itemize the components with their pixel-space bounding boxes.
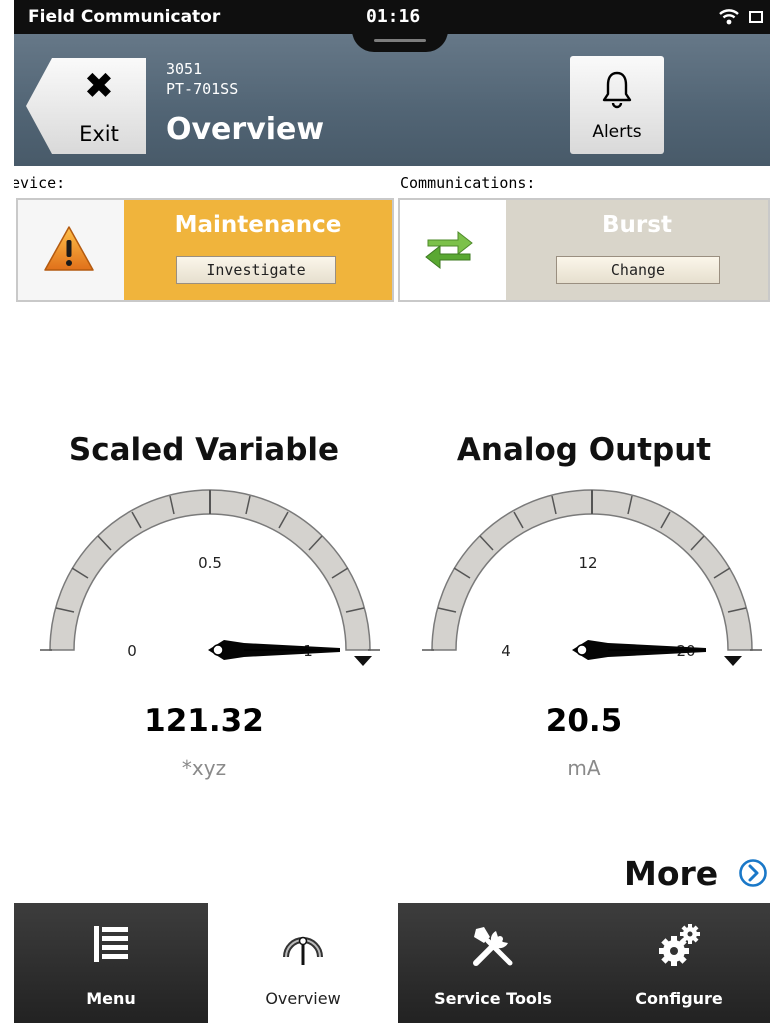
gauge-icon (208, 923, 398, 971)
gauge-unit-analog-output: mA (567, 756, 601, 780)
alerts-button[interactable]: Alerts (570, 56, 664, 154)
gauge-over-range-marker (354, 656, 372, 666)
device-section-label: Device: (14, 174, 66, 192)
app-name: Field Communicator (28, 7, 221, 27)
gauge-min-label: 0 (127, 642, 137, 660)
warning-icon (42, 224, 96, 278)
gauge-title-scaled-variable: Scaled Variable (68, 432, 340, 468)
gauge-min-label: 4 (501, 642, 511, 660)
communications-panel: Burst Change (398, 198, 770, 302)
communications-section-label: Communications: (400, 174, 536, 192)
nav-item-configure[interactable]: Configure (588, 903, 770, 1023)
close-icon: ✖ (83, 66, 115, 107)
device-status-text: Maintenance (174, 212, 342, 238)
nav-label-menu: Menu (86, 989, 136, 1008)
nav-item-menu[interactable]: Menu (14, 903, 208, 1023)
gauge-value-scaled-variable: 121.32 (144, 703, 264, 739)
exit-label: Exit (79, 122, 119, 146)
nav-label-service-tools: Service Tools (434, 989, 552, 1008)
swap-arrows-icon (424, 228, 474, 276)
nav-item-service-tools[interactable]: Service Tools (398, 903, 588, 1023)
menu-list-icon (14, 923, 208, 971)
bottom-navigation: Menu Overview Service Tools Configure (14, 903, 770, 1023)
gauge-mid-label: 12 (578, 554, 597, 572)
chevron-right-circle-icon[interactable] (738, 858, 768, 892)
app-frame: Field Communicator 01:16 ✖ Exit 3051 PT-… (14, 0, 770, 1023)
investigate-button[interactable]: Investigate (176, 256, 336, 284)
gauge-value-analog-output: 20.5 (545, 703, 623, 739)
maintenance-status: Maintenance Investigate (124, 200, 392, 300)
gauge-over-range-marker (724, 656, 742, 666)
status-bar: Field Communicator 01:16 (14, 0, 770, 52)
communication-status-text: Burst (602, 212, 672, 238)
device-status-panel: Maintenance Investigate (16, 198, 394, 302)
header: ✖ Exit 3051 PT-701SS Overview Alerts (14, 34, 770, 166)
nav-label-overview: Overview (265, 989, 341, 1008)
battery-icon (749, 11, 763, 23)
analog-output-gauge: 12 4 20 (422, 489, 762, 666)
more-link[interactable]: More (624, 854, 718, 893)
exit-button[interactable]: ✖ Exit (26, 58, 146, 154)
alerts-label: Alerts (592, 122, 642, 142)
wifi-icon (718, 6, 740, 30)
device-tag: PT-701SS (166, 80, 239, 98)
nav-item-overview[interactable]: Overview (208, 903, 398, 1023)
status-clock: 01:16 (366, 6, 421, 27)
gears-icon (588, 923, 770, 971)
burst-status: Burst Change (506, 200, 768, 300)
gauge-title-analog-output: Analog Output (456, 432, 712, 468)
bell-icon (601, 70, 633, 114)
page-title: Overview (166, 112, 325, 147)
gauge-unit-scaled-variable: *xyz (181, 756, 227, 780)
change-button[interactable]: Change (556, 256, 720, 284)
tools-icon (398, 923, 588, 971)
gauge-mid-label: 0.5 (198, 554, 222, 572)
nav-label-configure: Configure (635, 989, 723, 1008)
device-model: 3051 (166, 60, 203, 78)
scaled-variable-gauge: 0.5 0 1 (40, 489, 380, 666)
